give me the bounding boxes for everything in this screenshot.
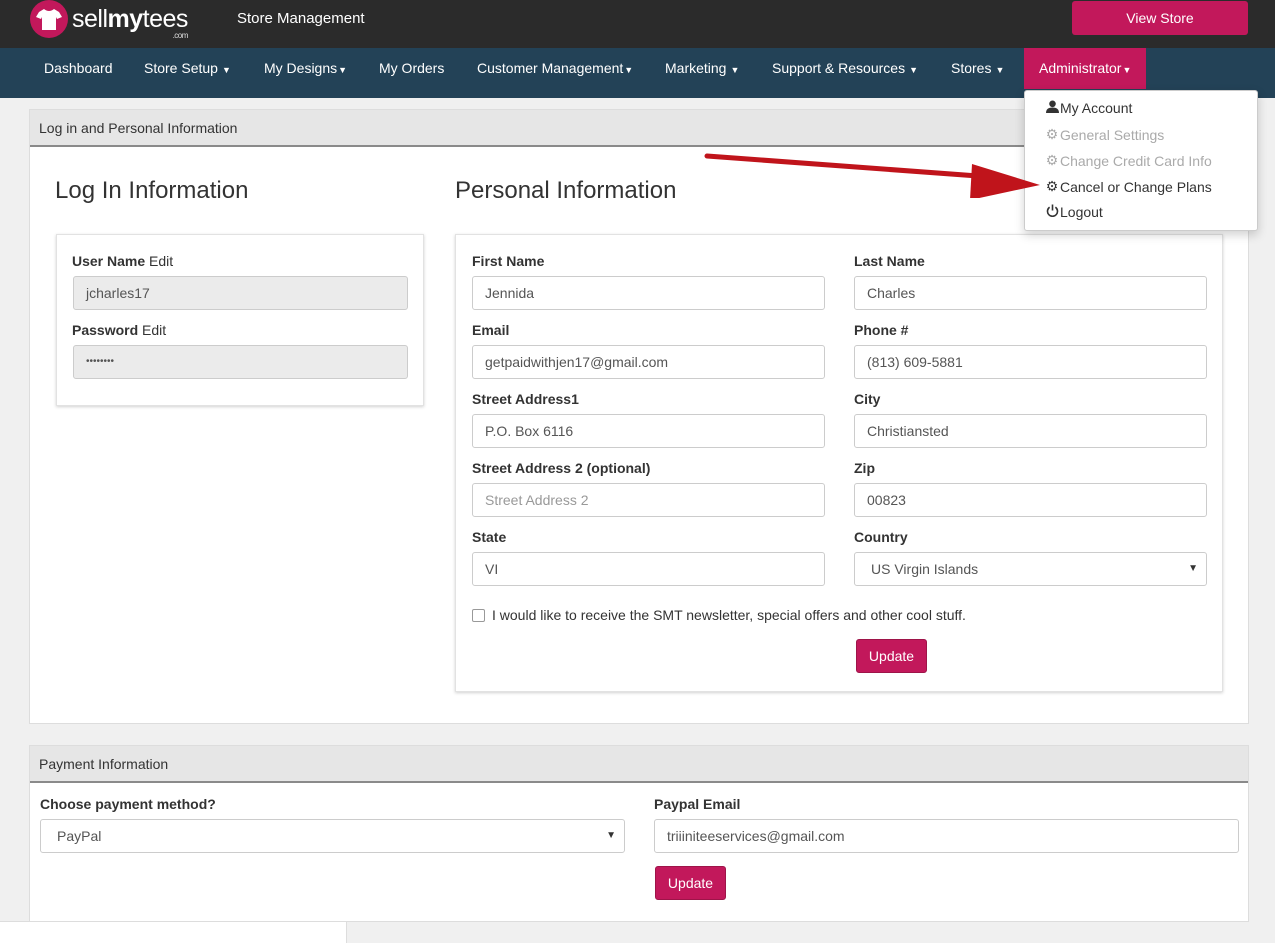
newsletter-label: I would like to receive the SMT newslett… <box>492 607 966 623</box>
payment-method-select[interactable]: PayPal ▼ <box>40 819 625 853</box>
tshirt-icon <box>30 0 68 38</box>
zip-label: Zip <box>854 460 875 476</box>
administrator-dropdown: My Account ⚙ General Settings ⚙ Change Cre… <box>1024 90 1258 231</box>
logo-wordmark: sellmytees .com <box>72 4 188 40</box>
login-info-well: User Name Edit jcharles17 Password Edit … <box>56 234 424 406</box>
username-label: User Name Edit <box>72 253 174 269</box>
street2-field[interactable]: Street Address 2 <box>472 483 825 517</box>
city-label: City <box>854 391 881 407</box>
username-edit-link[interactable]: Edit <box>149 253 173 269</box>
menu-item-my-account[interactable]: My Account <box>1045 100 1132 116</box>
paypal-email-field[interactable]: triiiniteeservices@gmail.com <box>654 819 1239 853</box>
caret-down-icon: ▼ <box>338 65 348 75</box>
select-arrow-icon: ▼ <box>1188 563 1198 574</box>
phone-label: Phone # <box>854 322 909 338</box>
username-field: jcharles17 <box>73 276 408 310</box>
nav-my-orders[interactable]: My Orders <box>379 48 444 89</box>
nav-my-designs[interactable]: My Designs▼ <box>264 48 347 89</box>
nav-dashboard[interactable]: Dashboard <box>44 48 113 89</box>
personal-info-title: Personal Information <box>455 177 677 204</box>
caret-down-icon: ▼ <box>730 65 740 75</box>
gear-icon: ⚙ <box>1045 126 1059 142</box>
last-name-field[interactable]: Charles <box>854 276 1207 310</box>
payment-info-panel: Payment Information Choose payment metho… <box>29 745 1249 922</box>
last-name-label: Last Name <box>854 253 925 269</box>
menu-item-general-settings[interactable]: ⚙ General Settings <box>1045 126 1165 143</box>
caret-down-icon: ▼ <box>624 65 634 75</box>
caret-down-icon: ▼ <box>909 65 918 75</box>
caret-down-icon: ▼ <box>1122 65 1132 75</box>
power-icon <box>1045 204 1059 220</box>
city-field[interactable]: Christiansted <box>854 414 1207 448</box>
select-arrow-icon: ▼ <box>606 830 616 841</box>
page-title: Store Management <box>237 10 365 27</box>
annotation-arrow-icon <box>704 153 1040 198</box>
payment-method-label: Choose payment method? <box>40 796 216 812</box>
newsletter-checkbox[interactable] <box>472 609 485 622</box>
menu-item-logout[interactable]: Logout <box>1045 204 1103 220</box>
street2-label: Street Address 2 (optional) <box>472 460 651 476</box>
nav-stores[interactable]: Stores ▼ <box>951 48 1004 89</box>
password-field: •••••••• <box>73 345 408 379</box>
password-label: Password Edit <box>72 322 167 338</box>
state-field[interactable]: VI <box>472 552 825 586</box>
first-name-field[interactable]: Jennida <box>472 276 825 310</box>
country-label: Country <box>854 529 908 545</box>
login-info-title: Log In Information <box>55 177 249 204</box>
password-edit-link[interactable]: Edit <box>142 322 166 338</box>
first-name-label: First Name <box>472 253 545 269</box>
nav-customer-management[interactable]: Customer Management▼ <box>477 48 633 89</box>
zip-field[interactable]: 00823 <box>854 483 1207 517</box>
street1-field[interactable]: P.O. Box 6116 <box>472 414 825 448</box>
nav-marketing[interactable]: Marketing ▼ <box>665 48 739 89</box>
paypal-email-label: Paypal Email <box>654 796 741 812</box>
view-store-button[interactable]: View Store <box>1072 1 1248 35</box>
caret-down-icon: ▼ <box>221 65 231 75</box>
nav-support-resources[interactable]: Support & Resources ▼ <box>772 48 918 89</box>
nav-store-setup[interactable]: Store Setup ▼ <box>144 48 231 89</box>
email-label: Email <box>472 322 510 338</box>
menu-item-change-credit-card[interactable]: ⚙ Change Credit Card Info <box>1045 152 1212 169</box>
email-field[interactable]: getpaidwithjen17@gmail.com <box>472 345 825 379</box>
menu-item-cancel-change-plans[interactable]: ⚙ Cancel or Change Plans <box>1045 178 1212 195</box>
phone-field[interactable]: (813) 609-5881 <box>854 345 1207 379</box>
update-payment-button[interactable]: Update <box>655 866 726 900</box>
top-header: sellmytees .com Store Management View St… <box>0 0 1275 48</box>
update-personal-button[interactable]: Update <box>856 639 927 673</box>
bottom-strip <box>0 921 347 943</box>
personal-info-well: First Name Jennida Last Name Charles Ema… <box>455 234 1223 692</box>
street1-label: Street Address1 <box>472 391 579 407</box>
nav-administrator[interactable]: Administrator▼ <box>1024 48 1146 89</box>
user-icon <box>1045 100 1059 116</box>
sellmytees-logo[interactable]: sellmytees .com <box>30 0 188 40</box>
caret-down-icon: ▼ <box>995 65 1005 75</box>
state-label: State <box>472 529 507 545</box>
country-select[interactable]: US Virgin Islands ▼ <box>854 552 1207 586</box>
panel-heading: Payment Information <box>30 746 1248 783</box>
